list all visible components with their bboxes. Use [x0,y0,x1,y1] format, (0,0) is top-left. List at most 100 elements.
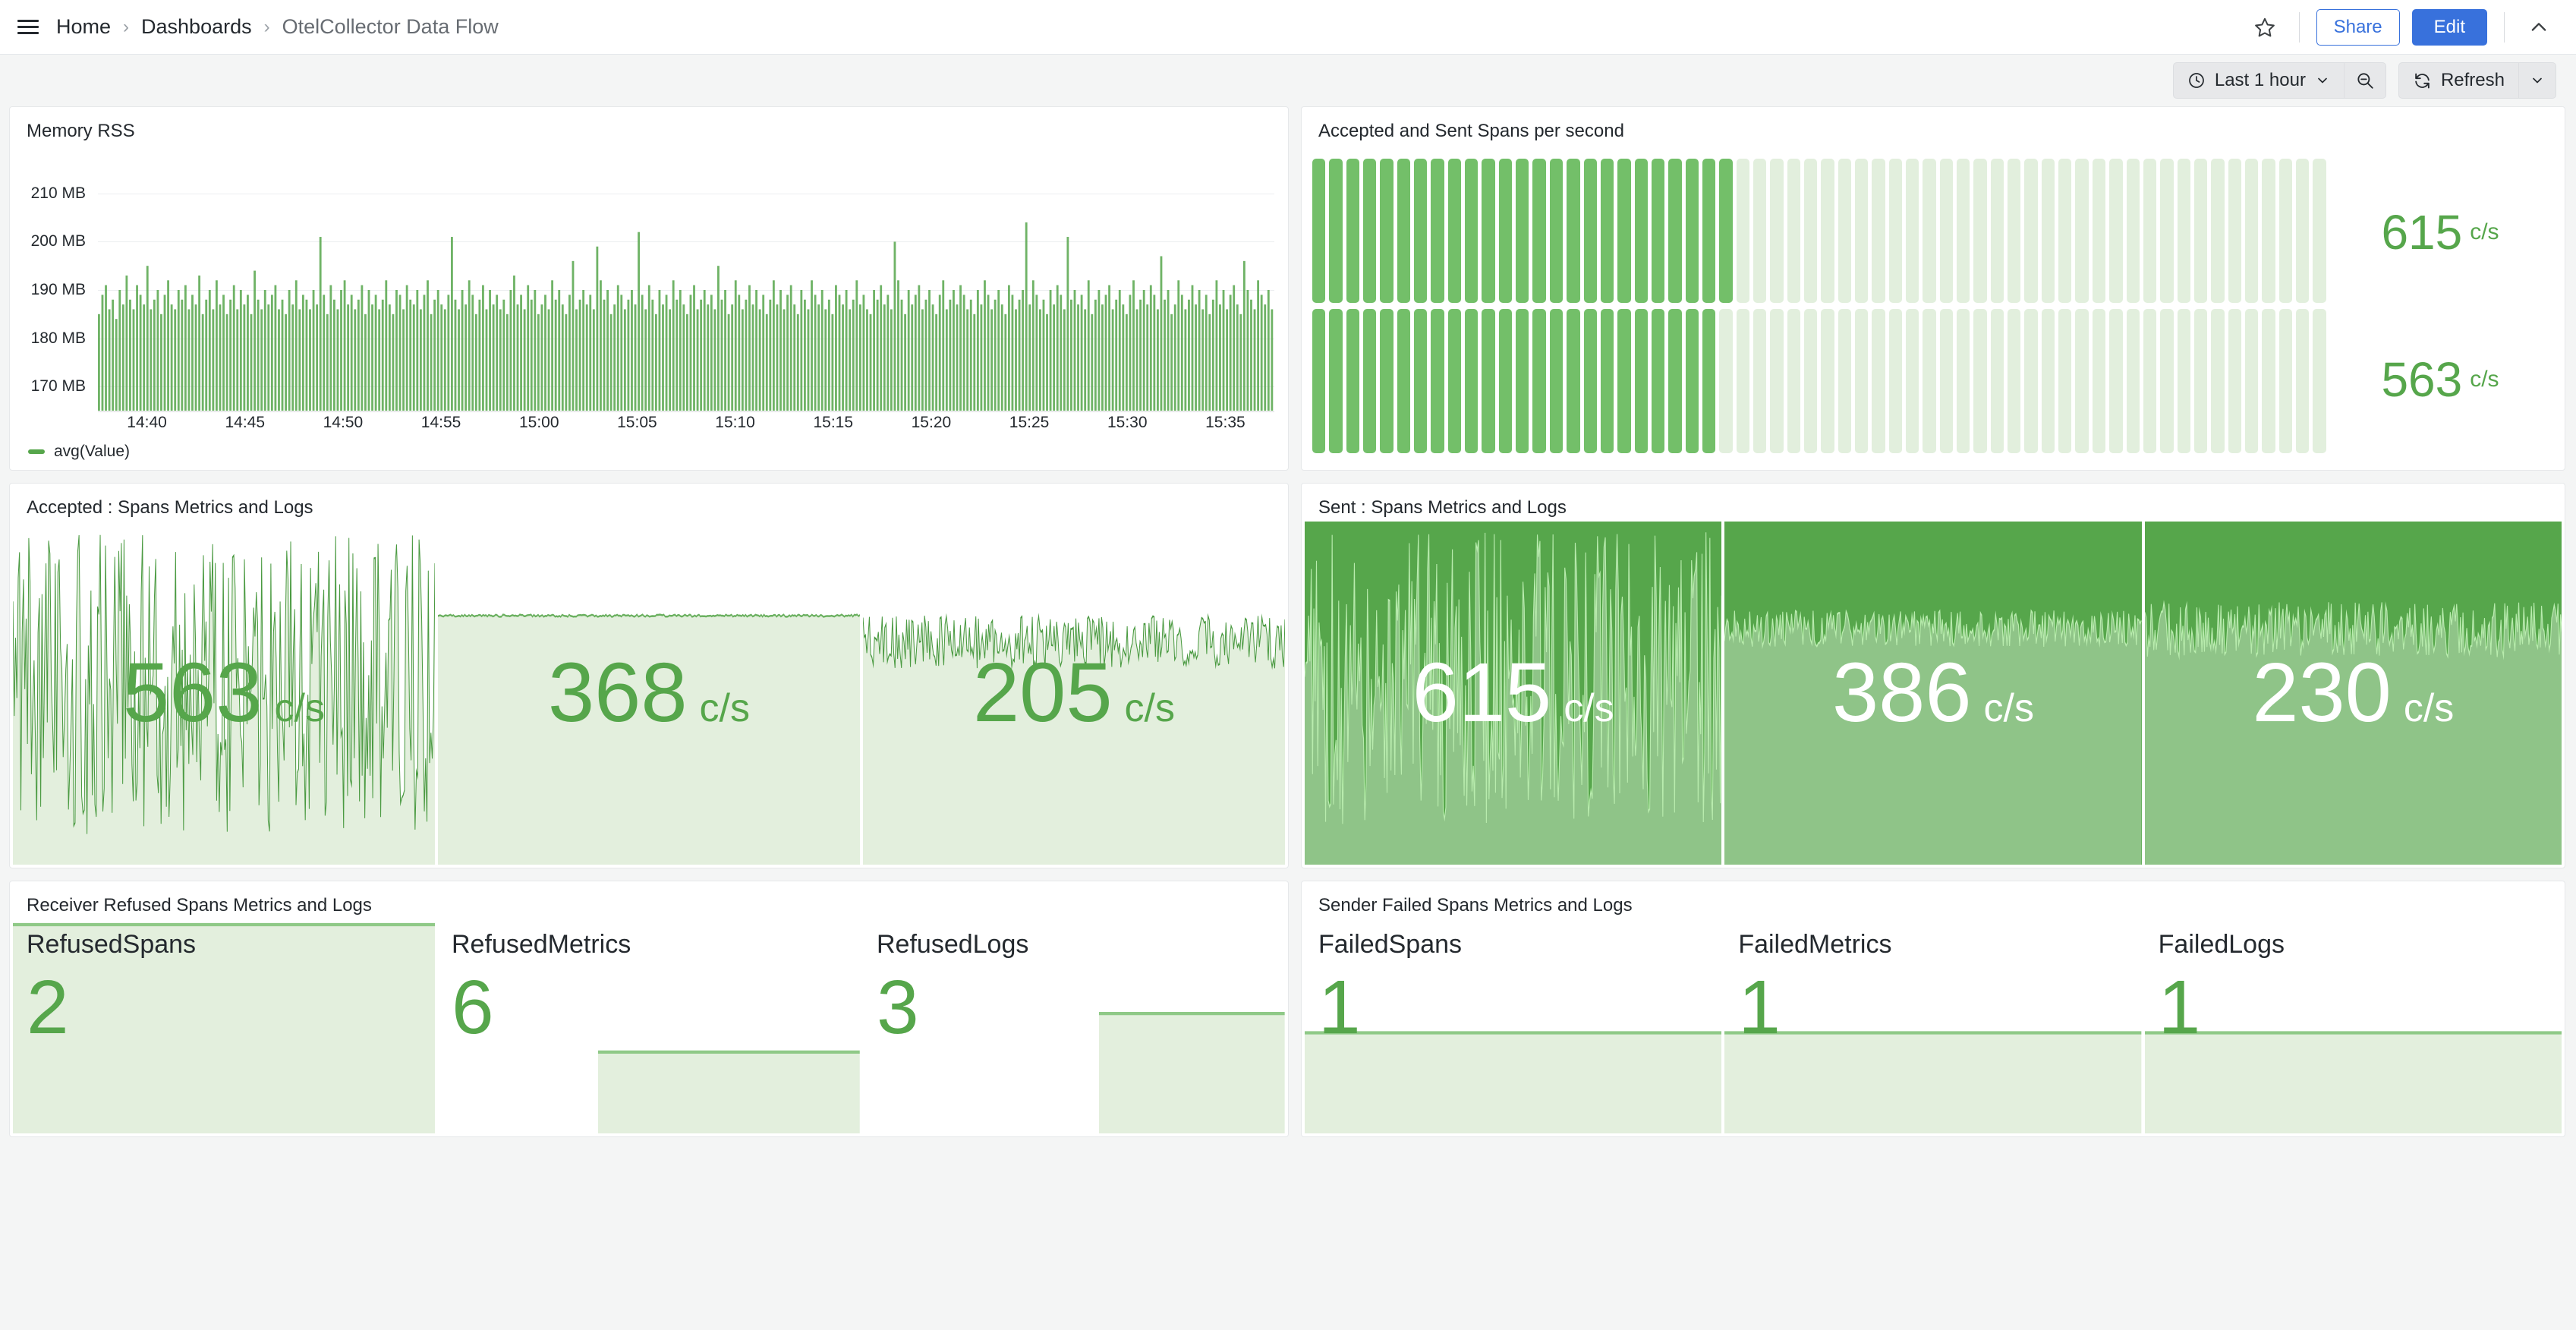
x-axis-tick: 14:55 [420,414,461,431]
bar-gauge-cell [1906,309,1919,453]
stat-sent-logs[interactable]: 230 c/s [2144,522,2562,865]
bar-gauge-cell [2126,309,2140,453]
bar-gauge-cell [1939,309,1954,453]
panel-title-refused: Receiver Refused Spans Metrics and Logs [27,895,372,916]
stat-unit: c/s [1124,686,1175,730]
bar-gauge-cell [1770,309,1784,453]
stat-unit: c/s [274,686,325,730]
breadcrumb-item-dashboards[interactable]: Dashboards [141,15,252,39]
panel-title-memory-rss: Memory RSS [27,121,135,141]
bar-gauge-cell [2092,159,2106,303]
bar-gauge-cell [1549,309,1564,453]
panel-receiver-refused[interactable]: Receiver Refused Spans Metrics and Logs … [9,881,1289,1137]
panel-title-sent: Sent : Spans Metrics and Logs [1318,497,1567,518]
bar-gauge-cell [1872,159,1885,303]
panel-title-spans-per-second: Accepted and Sent Spans per second [1318,121,1624,141]
bar-gauge-cell [1872,309,1885,453]
bar-gauge-cell [2244,159,2259,303]
bar-gauge-cell [1957,159,1970,303]
star-icon[interactable] [2247,10,2282,45]
bar-gauge-cell [1923,309,1936,453]
stat-accepted-spans[interactable]: 563 c/s [13,522,435,865]
y-axis-tick: 190 MB [30,281,86,298]
stat-name: RefusedSpans [27,930,197,959]
bar-gauge-cell [1431,159,1444,303]
bar-gauge-cell [1312,159,1326,303]
memory-rss-chart[interactable]: 170 MB 180 MB 190 MB 200 MB 210 MB 14:40 14:4… [10,142,1288,470]
refresh-button[interactable]: Refresh [2398,62,2519,99]
bar-gauge-value-sent: 563 c/s [2326,306,2554,453]
edit-button[interactable]: Edit [2411,8,2487,46]
bar-gauge-cell [1380,159,1393,303]
bar-gauge-cell [1685,159,1699,303]
stat-name: FailedMetrics [1738,930,1892,959]
bar-gauge-cell [2177,309,2190,453]
bar-gauge-cell [2278,159,2292,303]
refresh-interval-dropdown[interactable] [2519,62,2556,99]
bar-gauge-cell [1668,309,1682,453]
bar-gauge-cell [2262,159,2275,303]
x-axis-tick: 14:50 [323,414,364,431]
nav-divider-1 [2298,11,2300,43]
bar-gauge-cell [2295,309,2310,453]
hamburger-menu-icon[interactable] [15,14,41,40]
stat-failed-metrics[interactable]: FailedMetrics 1 [1724,919,2142,1133]
panel-sender-failed[interactable]: Sender Failed Spans Metrics and Logs Fai… [1301,881,2565,1137]
bar-gauge-cell [1532,159,1546,303]
panel-accepted-spans[interactable]: Accepted : Spans Metrics and Logs 563 c/… [9,483,1289,868]
stat-value: 230 [2252,646,2392,739]
stat-sent-metrics[interactable]: 386 c/s [1724,522,2142,865]
stat-failed-spans[interactable]: FailedSpans 1 [1305,919,1722,1133]
refresh-label: Refresh [2440,70,2505,90]
bar-gauge-cell [1787,159,1800,303]
value-number: 563 [2381,352,2463,407]
bar-gauge-cell [1736,159,1749,303]
bar-gauge-cell [2295,159,2310,303]
stat-sent-spans[interactable]: 615 c/s [1305,522,1722,865]
bar-gauge-cell [1600,309,1614,453]
bar-gauge-cell [2041,309,2055,453]
bar-gauge-cell [2313,309,2326,453]
bar-gauge-cell [1838,309,1851,453]
bar-gauge-cell [2024,159,2038,303]
value-number: 615 [2381,205,2463,260]
chevron-up-icon[interactable] [2521,10,2556,45]
bar-gauge-cell [1634,159,1648,303]
zoom-out-button[interactable] [2344,62,2386,99]
bar-gauge-cell [2058,159,2072,303]
panel-memory-rss[interactable]: Memory RSS 170 MB 180 MB 190 MB 200 MB 210 M… [9,106,1289,471]
panel-spans-per-second[interactable]: Accepted and Sent Spans per second 615 c… [1301,106,2565,471]
value-unit: c/s [2470,219,2499,244]
stat-value: 386 [1832,646,1972,739]
share-button[interactable]: Share [2316,8,2400,46]
stat-accepted-logs[interactable]: 205 c/s [863,522,1285,865]
refused-stat-row: RefusedSpans 2 RefusedMetrics 6 RefusedL… [10,916,1288,1136]
bar-gauge-cell [1685,309,1699,453]
bar-gauge-cell [2109,159,2123,303]
bar-gauge-cell [1465,309,1479,453]
x-axis-tick: 15:20 [911,414,952,431]
breadcrumb-item-home[interactable]: Home [56,15,111,39]
bar-gauge-cell [1380,309,1393,453]
top-navigation-bar: Home › Dashboards › OtelCollector Data F… [0,0,2576,55]
stat-failed-logs[interactable]: FailedLogs 1 [2144,919,2562,1133]
stat-accepted-metrics[interactable]: 368 c/s [438,522,860,865]
bar-gauge-cell [2075,309,2089,453]
bar-gauge-cell [1973,309,1987,453]
nav-actions: Share Edit [2247,8,2556,46]
dashboard-row-3: Receiver Refused Spans Metrics and Logs … [9,881,2567,1137]
stat-refused-metrics[interactable]: RefusedMetrics 6 [438,919,860,1133]
bar-gauge-cell [2092,309,2106,453]
bar-gauge-cell [1651,159,1665,303]
chart-legend[interactable]: avg(Value) [28,443,130,461]
time-range-picker[interactable]: Last 1 hour [2172,62,2345,99]
stat-refused-spans[interactable]: RefusedSpans 2 [13,919,435,1133]
bar-gauge-cell [1770,159,1784,303]
legend-color-swatch [28,449,45,454]
bar-gauge-cell [1990,309,2004,453]
bar-gauge-cell [1583,309,1597,453]
panel-sent-spans[interactable]: Sent : Spans Metrics and Logs 615 c/s 38… [1301,483,2565,868]
panel-title-accepted: Accepted : Spans Metrics and Logs [27,497,313,518]
bar-gauge-cell [1803,309,1818,453]
stat-refused-logs[interactable]: RefusedLogs 3 [863,919,1285,1133]
